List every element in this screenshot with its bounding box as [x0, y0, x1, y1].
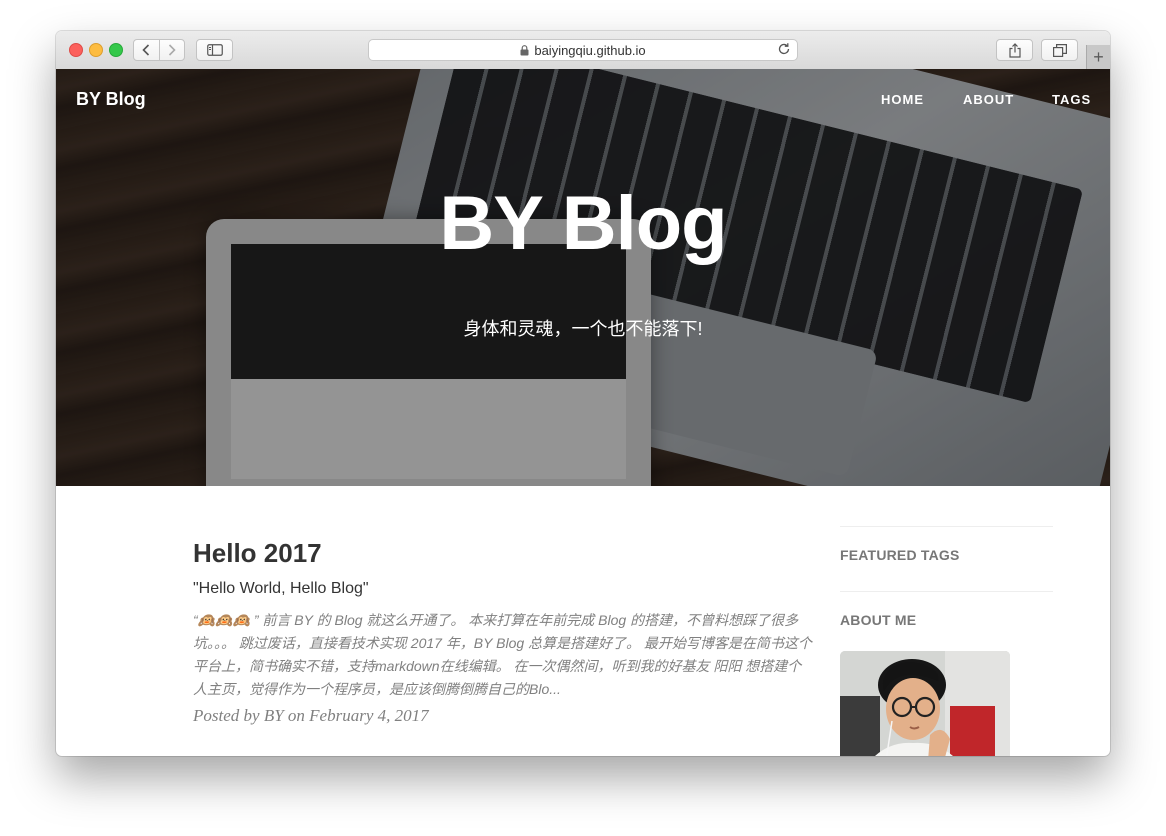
chevron-left-icon [142, 44, 150, 56]
minimize-window-button[interactable] [89, 43, 103, 57]
about-me-heading: ABOUT ME [840, 612, 917, 628]
reload-icon[interactable] [777, 42, 791, 59]
post-subtitle[interactable]: "Hello World, Hello Blog" [193, 580, 369, 598]
nav-home-link[interactable]: HOME [881, 92, 924, 107]
nav-about-link[interactable]: ABOUT [963, 92, 1014, 107]
sidebar-icon [206, 44, 223, 56]
browser-toolbar: baiyingqiu.github.io + [56, 31, 1110, 70]
close-window-button[interactable] [69, 43, 83, 57]
hero-overlay [56, 69, 1110, 486]
hero-title: BY Blog [439, 181, 727, 266]
back-button[interactable] [134, 40, 159, 60]
tabs-icon [1052, 43, 1067, 57]
nav-tags-link[interactable]: TAGS [1052, 92, 1091, 107]
zoom-window-button[interactable] [109, 43, 123, 57]
hero-header [56, 69, 1110, 486]
avatar [840, 651, 1010, 756]
post-excerpt[interactable]: “🙉🙉🙉 ” 前言 BY 的 Blog 就这么开通了。 本来打算在年前完成 Bl… [193, 609, 813, 701]
post-meta: Posted by BY on February 4, 2017 [193, 706, 429, 725]
sidebar-divider [840, 526, 1053, 527]
featured-tags-heading: FEATURED TAGS [840, 547, 960, 563]
sidebar-divider [840, 591, 1053, 592]
lock-icon [520, 44, 529, 56]
share-button[interactable] [996, 39, 1033, 61]
sidebar-toggle-button[interactable] [196, 39, 233, 61]
history-nav-group [133, 39, 185, 61]
show-tabs-button[interactable] [1041, 39, 1078, 61]
url-text: baiyingqiu.github.io [534, 42, 646, 58]
post-title-link[interactable]: Hello 2017 [193, 538, 322, 569]
chevron-right-icon [168, 44, 176, 56]
share-icon [1008, 42, 1021, 58]
site-brand-link[interactable]: BY Blog [76, 89, 146, 110]
new-tab-button[interactable]: + [1086, 45, 1110, 69]
browser-window: baiyingqiu.github.io + BY Blog HOME ABOU… [56, 31, 1110, 756]
forward-button[interactable] [160, 40, 185, 60]
hero-subtitle: 身体和灵魂，一个也不能落下! [463, 319, 703, 339]
address-bar[interactable]: baiyingqiu.github.io [368, 39, 798, 61]
